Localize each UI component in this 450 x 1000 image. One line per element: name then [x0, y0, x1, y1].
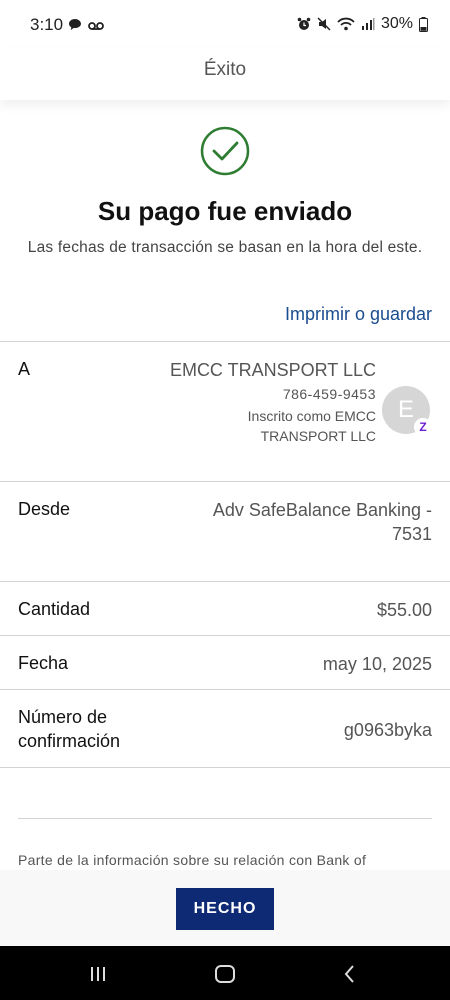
- print-or-save-link[interactable]: Imprimir o guardar: [285, 304, 432, 325]
- avatar-letter: E: [397, 396, 414, 423]
- system-nav-bar: [0, 946, 450, 1000]
- page-title: Éxito: [203, 59, 247, 80]
- status-time: 3:10: [30, 15, 64, 34]
- success-title: Su pago fue enviado: [97, 196, 353, 226]
- battery-icon: [419, 16, 428, 32]
- divider: [0, 481, 450, 482]
- divider: [0, 689, 450, 690]
- home-icon[interactable]: [213, 962, 237, 986]
- timezone-note: Las fechas de transacción se basan en la…: [27, 239, 423, 256]
- divider: [0, 635, 450, 636]
- voicemail-icon: [88, 18, 104, 36]
- status-left-icons: [68, 18, 104, 36]
- action-bar: HECHO: [0, 870, 450, 946]
- from-account: Adv SafeBalance Banking - 7531: [212, 500, 432, 544]
- battery-text: 30%: [380, 15, 413, 32]
- date-label: Fecha: [18, 653, 69, 673]
- recent-apps-icon[interactable]: [86, 962, 110, 986]
- wifi-icon: [337, 17, 355, 31]
- divider: [0, 341, 450, 342]
- divider: [18, 818, 432, 819]
- back-icon[interactable]: [338, 962, 362, 986]
- from-label: Desde: [18, 499, 71, 519]
- footer-disclaimer: Parte de la información sobre su relació…: [18, 852, 367, 868]
- page-header: Éxito: [0, 48, 450, 100]
- mute-icon: [317, 17, 331, 31]
- date-value: may 10, 2025: [322, 654, 432, 674]
- chat-bubble-icon: [68, 18, 82, 36]
- payee-enrolled-as: Inscrito como EMCC TRANSPORT LLC: [247, 408, 376, 444]
- divider: [0, 767, 450, 768]
- payee-phone: 786-459-9453: [282, 386, 376, 402]
- status-bar: 3:10 30%: [0, 0, 450, 48]
- payee-info: EMCC TRANSPORT LLC 786-459-9453 Inscrito…: [166, 358, 376, 446]
- payee-name: EMCC TRANSPORT LLC: [169, 360, 376, 380]
- zelle-icon: Z: [414, 418, 432, 436]
- alarm-icon: [297, 17, 311, 31]
- amount-value: $55.00: [376, 600, 432, 620]
- amount-label: Cantidad: [18, 599, 91, 619]
- signal-icon: [361, 17, 375, 31]
- check-circle-icon: [200, 126, 250, 176]
- done-button[interactable]: HECHO: [176, 888, 274, 930]
- to-label: A: [18, 359, 31, 379]
- status-right: 30%: [297, 15, 428, 33]
- confirmation-number: g0963byka: [343, 720, 432, 740]
- confirmation-label: Número de confirmación: [18, 707, 121, 751]
- divider: [0, 581, 450, 582]
